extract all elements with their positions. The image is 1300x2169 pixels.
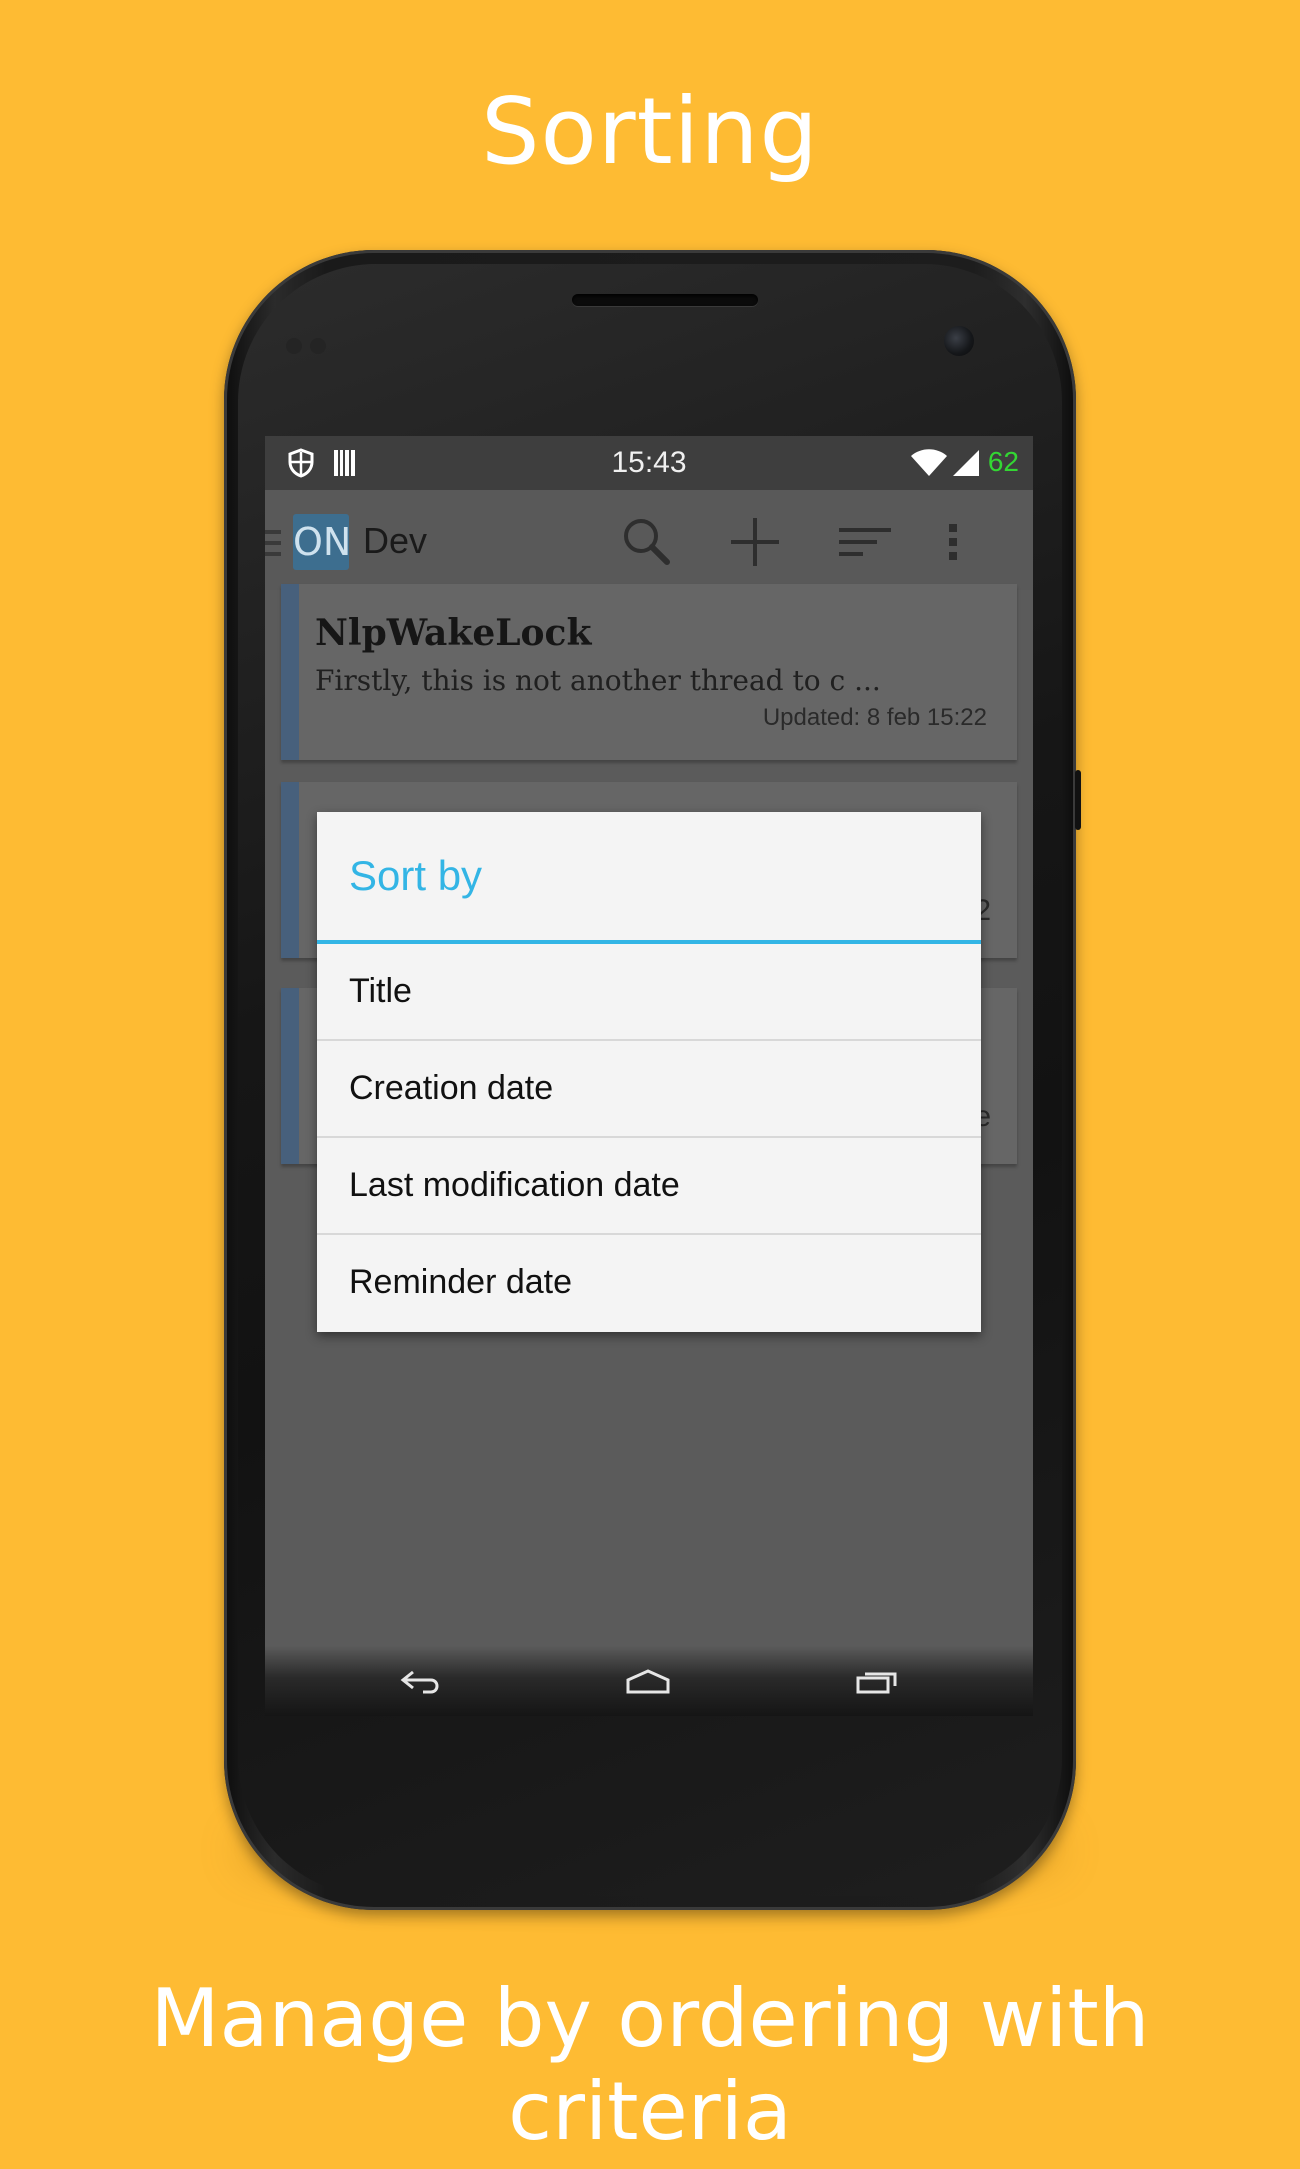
sort-option-creation-date[interactable]: Creation date (317, 1041, 981, 1138)
sort-option-last-modification-date[interactable]: Last modification date (317, 1138, 981, 1235)
back-icon[interactable] (399, 1668, 443, 1699)
sort-icon[interactable] (837, 514, 893, 570)
sort-option-title[interactable]: Title (317, 944, 981, 1041)
sort-option-label: Reminder date (349, 1263, 573, 1301)
note-snippet: Firstly, this is not another thread to c… (315, 664, 881, 697)
headline-title: Sorting (481, 78, 819, 185)
proximity-sensor (286, 338, 302, 354)
wifi-icon (909, 448, 949, 483)
note-updated-date: Updated: 8 feb 15:22 (762, 704, 987, 731)
note-card[interactable]: NlpWakeLock Firstly, this is not another… (281, 584, 1017, 760)
status-bar: 15:43 62 (265, 436, 1033, 490)
battery-level: 62 (987, 446, 1019, 477)
sort-option-reminder-date[interactable]: Reminder date (317, 1235, 981, 1332)
phone-screen: 15:43 62 ON Dev NlpWakeLock Firstly, thi… (265, 436, 1033, 1716)
app-logo[interactable]: ON (293, 514, 351, 570)
add-icon[interactable] (727, 514, 783, 570)
dialog-title: Sort by (349, 852, 483, 899)
signal-icon (951, 448, 981, 483)
action-bar: ON Dev (265, 490, 1033, 590)
home-icon[interactable] (625, 1668, 671, 1699)
search-icon[interactable] (619, 514, 675, 570)
sort-options-list: Title Creation date Last modification da… (317, 944, 981, 1332)
overflow-menu-icon[interactable] (941, 514, 965, 570)
sort-dialog: Sort by Title Creation date Last modific… (317, 812, 981, 1332)
drawer-indicator-icon[interactable] (265, 528, 285, 563)
headline-caption: Manage by ordering with criteria (150, 1972, 1150, 2158)
light-sensor (310, 338, 326, 354)
recent-apps-icon[interactable] (855, 1668, 899, 1699)
front-camera (944, 326, 974, 356)
sort-option-label: Title (349, 972, 412, 1010)
sort-option-label: Creation date (349, 1069, 554, 1107)
power-button (1075, 770, 1081, 830)
notebook-title[interactable]: Dev (363, 520, 427, 562)
note-title: NlpWakeLock (315, 612, 592, 654)
earpiece-speaker (572, 294, 758, 306)
sort-option-label: Last modification date (349, 1166, 680, 1204)
navigation-bar (265, 1646, 1033, 1716)
